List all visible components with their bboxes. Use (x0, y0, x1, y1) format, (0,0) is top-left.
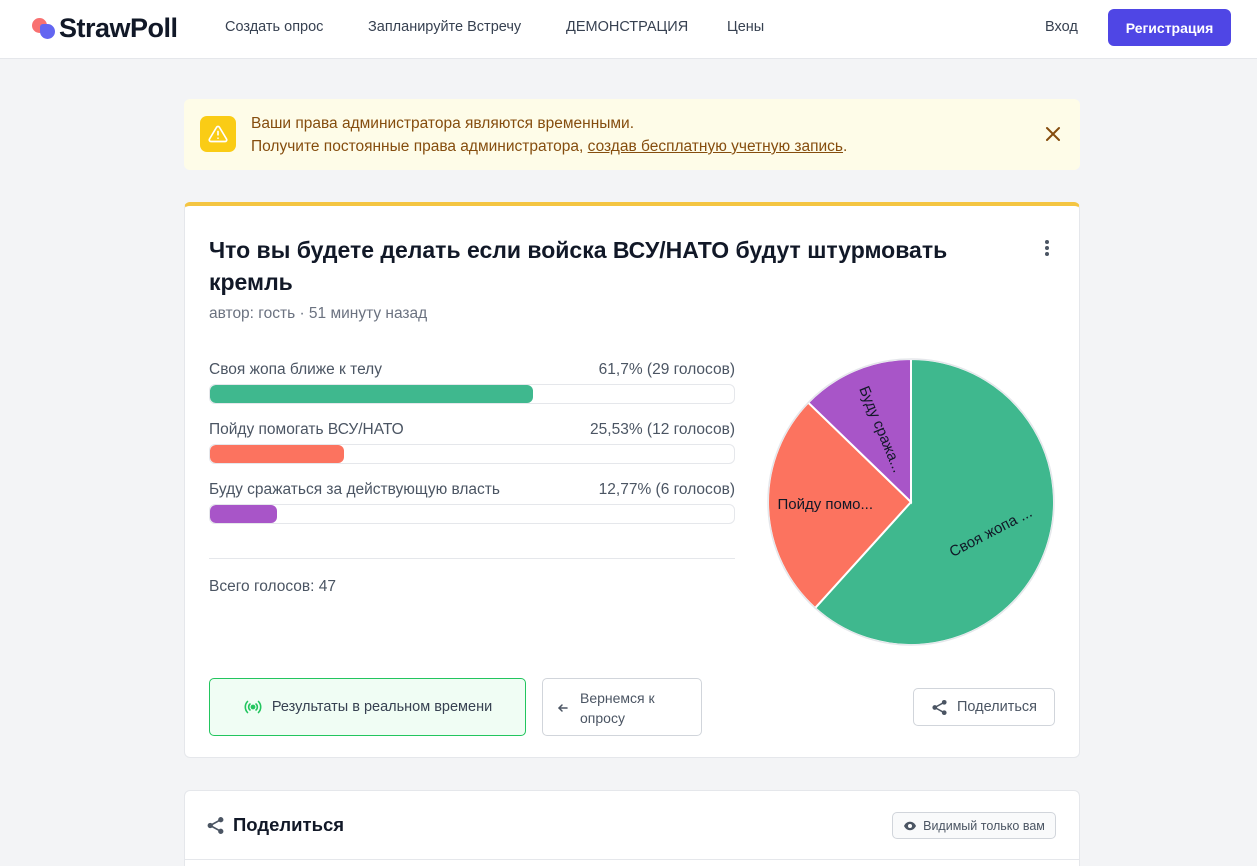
share-label: Поделиться (956, 699, 1038, 715)
divider (209, 558, 735, 559)
nav-pricing[interactable]: Цены (727, 19, 764, 35)
divider (185, 859, 1079, 860)
option-label: Своя жопа ближе к телу (209, 361, 382, 378)
share-icon (206, 816, 225, 840)
admin-rights-alert: Ваши права администратора являются време… (184, 99, 1080, 170)
arrow-left-icon (557, 701, 569, 719)
strawpoll-logo[interactable]: StrawPoll (32, 12, 178, 43)
progress-bar-track (209, 504, 735, 524)
option-label: Буду сражаться за действующую власть (209, 481, 500, 498)
warning-icon (200, 116, 236, 152)
logo-icon (32, 16, 56, 40)
poll-results-card: Что вы будете делать если войска ВСУ/НАТ… (184, 202, 1080, 758)
share-section-title: Поделиться (233, 814, 345, 835)
alert-subtext-suffix: . (843, 138, 848, 155)
login-link[interactable]: Вход (1045, 19, 1078, 35)
nav-demo[interactable]: ДЕМОНСТРАЦИЯ (566, 19, 688, 35)
alert-subtext: Получите постоянные права администратора… (251, 138, 847, 156)
results-pie-chart: Своя жопа ...Пойду помо...Буду сража... (767, 357, 1055, 646)
alert-message: Ваши права администратора являются време… (251, 115, 635, 132)
close-icon[interactable] (1044, 125, 1062, 143)
share-section: Поделиться Видимый только вам (184, 790, 1080, 866)
progress-bar-fill (210, 445, 344, 463)
poll-title: Что вы будете делать если войска ВСУ/НАТ… (209, 237, 948, 295)
back-to-poll-button[interactable]: Вернемся к опросу (542, 678, 702, 736)
eye-icon (903, 821, 917, 831)
register-button[interactable]: Регистрация (1108, 9, 1231, 46)
poll-meta: автор: гость · 51 минуту назад (209, 305, 428, 322)
option-label: Пойду помогать ВСУ/НАТО (209, 421, 404, 438)
progress-bar-track (209, 384, 735, 404)
share-button[interactable]: Поделиться (913, 688, 1055, 726)
nav-create-poll[interactable]: Создать опрос (225, 19, 323, 35)
option-value: 25,53% (12 голосов) (590, 421, 735, 438)
brand-name: StrawPoll (59, 12, 178, 43)
pie-slice-label: Пойду помо... (777, 496, 873, 513)
visibility-label: Видимый только вам (923, 818, 1045, 833)
total-votes: Всего голосов: 47 (209, 578, 337, 595)
broadcast-icon (243, 699, 263, 715)
back-to-poll-label: Вернемся к опросу (580, 690, 655, 726)
realtime-results-button[interactable]: Результаты в реальном времени (209, 678, 526, 736)
realtime-results-label: Результаты в реальном времени (271, 699, 493, 715)
progress-bar-fill (210, 385, 534, 403)
top-navbar: StrawPoll Создать опрос Запланируйте Вст… (0, 0, 1257, 59)
option-value: 61,7% (29 голосов) (598, 361, 735, 378)
alert-subtext-prefix: Получите постоянные права администратора… (251, 138, 588, 155)
progress-bar-fill (210, 505, 277, 523)
more-options-icon[interactable] (1037, 238, 1057, 258)
progress-bar-track (209, 444, 735, 464)
share-icon (931, 699, 948, 716)
nav-schedule-meeting[interactable]: Запланируйте Встречу (368, 19, 521, 35)
option-value: 12,77% (6 голосов) (598, 481, 735, 498)
visibility-badge: Видимый только вам (892, 812, 1056, 839)
create-account-link[interactable]: создав бесплатную учетную запись (588, 138, 843, 155)
